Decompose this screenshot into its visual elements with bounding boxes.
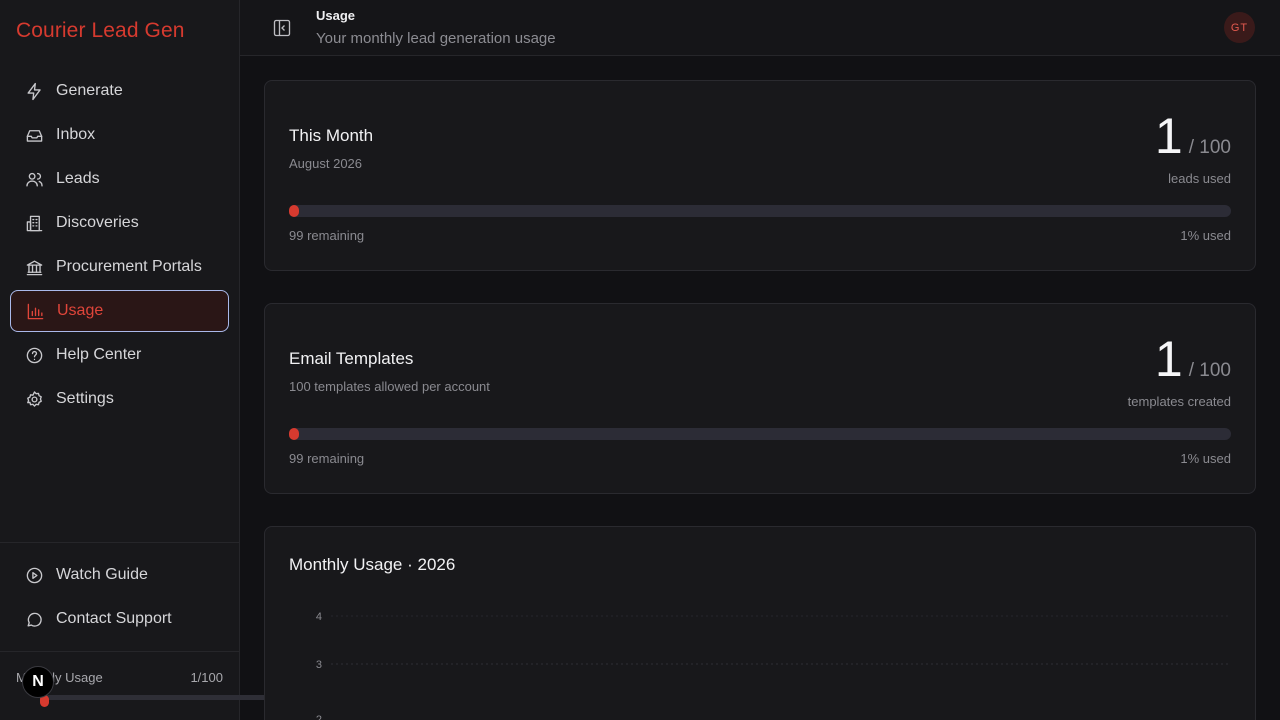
page-title: Usage: [316, 8, 356, 23]
users-icon: [24, 169, 44, 189]
sidebar-item-settings[interactable]: Settings: [10, 378, 229, 420]
top-header: Usage Your monthly lead generation usage…: [240, 0, 1280, 56]
y-tick-label: 3: [316, 659, 322, 671]
sidebar-item-generate[interactable]: Generate: [10, 70, 229, 112]
sidebar-item-label: Inbox: [56, 126, 96, 143]
card-subtitle: 100 templates allowed per account: [289, 379, 490, 394]
usage-count: 1/ 100: [1155, 107, 1231, 165]
sidebar-item-label: Discoveries: [56, 214, 139, 231]
sidebar-item-procurement-portals[interactable]: Procurement Portals: [10, 246, 229, 288]
card-title: Email Templates: [289, 349, 414, 368]
usage-caption: leads used: [1168, 171, 1231, 186]
sidebar-item-discoveries[interactable]: Discoveries: [10, 202, 229, 244]
sidebar-bottom-links: Watch Guide Contact Support: [10, 554, 229, 642]
usage-summary-value: 1/100: [190, 670, 223, 685]
usage-progress-bar: [289, 205, 1231, 217]
y-tick-label: 4: [316, 611, 322, 623]
usage-used: 1: [1154, 108, 1183, 164]
gear-icon: [24, 389, 44, 409]
sidebar-toggle-button[interactable]: [272, 18, 292, 38]
contact-support-label: Contact Support: [56, 610, 172, 627]
inbox-icon: [24, 125, 44, 145]
percent-used-label: 1% used: [1180, 451, 1231, 466]
panel-left-icon: [273, 19, 291, 37]
bar-chart-icon: [25, 301, 45, 321]
sidebar: Courier Lead Gen Generate Inbox Leads Di…: [0, 0, 982, 720]
this-month-card: This Month August 2026 1/ 100 leads used…: [264, 80, 1256, 271]
usage-progress-fill: [289, 205, 299, 217]
email-templates-card: Email Templates 100 templates allowed pe…: [264, 303, 1256, 494]
sidebar-item-help-center[interactable]: Help Center: [10, 334, 229, 376]
card-subtitle: August 2026: [289, 156, 363, 171]
sidebar-item-label: Settings: [56, 390, 114, 407]
usage-limit: / 100: [1188, 137, 1231, 158]
sidebar-item-label: Usage: [57, 302, 104, 319]
message-icon: [24, 609, 44, 629]
help-circle-icon: [24, 345, 44, 365]
lightning-icon: [24, 81, 44, 101]
sidebar-divider: [0, 542, 239, 543]
y-tick-label: 2: [316, 714, 322, 720]
sidebar-divider: [0, 651, 239, 652]
avatar[interactable]: GT: [1224, 12, 1255, 43]
sidebar-item-leads[interactable]: Leads: [10, 158, 229, 200]
remaining-label: 99 remaining: [289, 228, 365, 243]
watch-guide-label: Watch Guide: [56, 566, 148, 583]
contact-support-link[interactable]: Contact Support: [10, 598, 229, 640]
sidebar-item-inbox[interactable]: Inbox: [10, 114, 229, 156]
sidebar-item-label: Procurement Portals: [56, 258, 202, 275]
card-title: This Month: [289, 126, 374, 145]
watch-guide-link[interactable]: Watch Guide: [10, 554, 229, 596]
templates-limit: / 100: [1188, 360, 1231, 381]
landmark-icon: [24, 257, 44, 277]
templates-progress-bar: [289, 428, 1231, 440]
monthly-usage-chart: 4 3 2: [316, 611, 1231, 720]
templates-caption: templates created: [1127, 394, 1231, 409]
dev-tools-badge[interactable]: N: [22, 666, 54, 698]
building-icon: [24, 213, 44, 233]
templates-used: 1: [1154, 331, 1183, 387]
remaining-label: 99 remaining: [289, 451, 365, 466]
brand-logo-text[interactable]: Courier Lead Gen: [16, 19, 185, 43]
monthly-usage-chart-card: Monthly Usage · 2026 4 3 2: [264, 526, 1256, 720]
sidebar-item-usage[interactable]: Usage: [10, 290, 229, 332]
percent-used-label: 1% used: [1180, 228, 1231, 243]
templates-progress-fill: [289, 428, 299, 440]
sidebar-nav: Generate Inbox Leads Discoveries Procure…: [10, 70, 229, 422]
templates-count: 1/ 100: [1155, 330, 1231, 388]
sidebar-item-label: Help Center: [56, 346, 142, 363]
play-circle-icon: [24, 565, 44, 585]
sidebar-item-label: Generate: [56, 82, 123, 99]
sidebar-item-label: Leads: [56, 170, 100, 187]
page-subtitle: Your monthly lead generation usage: [316, 30, 556, 47]
